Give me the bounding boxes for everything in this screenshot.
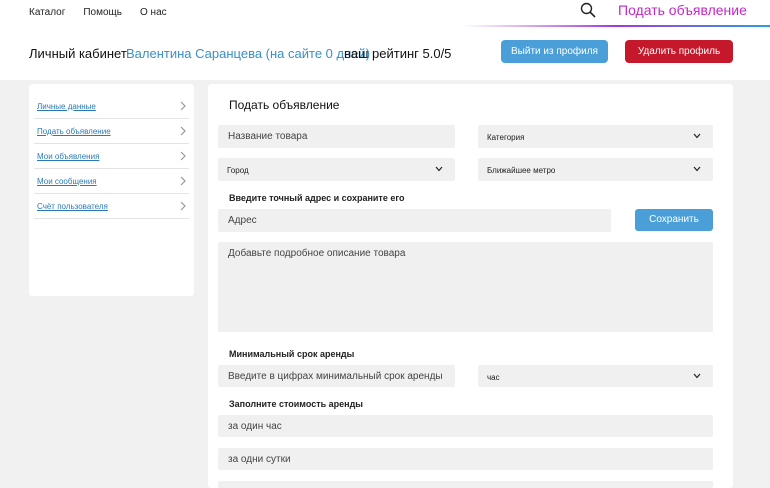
sidebar-item-label[interactable]: Счёт пользователя bbox=[37, 202, 108, 211]
sidebar-item-label[interactable]: Подать объявление bbox=[37, 127, 111, 136]
sidebar-item-label[interactable]: Мои объявления bbox=[37, 152, 99, 161]
city-select[interactable]: Город bbox=[218, 158, 455, 181]
price-next-input[interactable] bbox=[218, 481, 713, 488]
profile-header: Личный кабинет Валентина Саранцева (на с… bbox=[0, 27, 770, 80]
description-placeholder: Добавьте подробное описание товара bbox=[228, 248, 406, 259]
address-label: Введите точный адрес и сохраните его bbox=[229, 193, 405, 203]
sidebar-item-personal-data[interactable]: Личные данные bbox=[34, 94, 189, 119]
metro-select[interactable]: Ближайшее метро bbox=[478, 158, 713, 181]
nav-catalog[interactable]: Каталог bbox=[29, 7, 65, 18]
page-title: Личный кабинет bbox=[29, 46, 127, 61]
sidebar-item-my-ads[interactable]: Мои объявления bbox=[34, 144, 189, 169]
user-name[interactable]: Валентина Саранцева (на сайте 0 дней) bbox=[126, 46, 370, 61]
min-term-placeholder: Введите в цифрах минимальный срок аренды bbox=[228, 371, 443, 382]
metro-value: Ближайшее метро bbox=[487, 166, 556, 175]
product-name-placeholder: Название товара bbox=[228, 131, 308, 142]
chevron-right-icon bbox=[180, 176, 186, 186]
main-nav: Каталог Помощь О нас bbox=[29, 7, 185, 18]
sidebar-item-account[interactable]: Счёт пользователя bbox=[34, 194, 189, 219]
chevron-down-icon bbox=[693, 373, 701, 379]
chevron-right-icon bbox=[180, 101, 186, 111]
top-navbar: Каталог Помощь О нас Подать объявление bbox=[0, 0, 770, 27]
description-textarea[interactable]: Добавьте подробное описание товара bbox=[218, 242, 713, 332]
chevron-down-icon bbox=[693, 133, 701, 139]
sidebar-item-label[interactable]: Мои сообщения bbox=[37, 177, 97, 186]
term-unit-value: час bbox=[487, 373, 500, 382]
nav-help[interactable]: Помощь bbox=[83, 7, 122, 18]
sidebar-item-post-ad[interactable]: Подать объявление bbox=[34, 119, 189, 144]
category-value: Категория bbox=[487, 133, 525, 142]
delete-profile-button[interactable]: Удалить профиль bbox=[625, 40, 733, 63]
post-ad-form: Подать объявление Название товара Катего… bbox=[208, 84, 733, 488]
min-term-label: Минимальный срок аренды bbox=[229, 349, 355, 359]
sidebar-item-label[interactable]: Личные данные bbox=[37, 102, 96, 111]
sidebar-item-my-messages[interactable]: Мои сообщения bbox=[34, 169, 189, 194]
user-rating: ваш рейтинг 5.0/5 bbox=[344, 46, 452, 61]
category-select[interactable]: Категория bbox=[478, 125, 713, 148]
chevron-down-icon bbox=[693, 166, 701, 172]
post-ad-link[interactable]: Подать объявление bbox=[618, 2, 747, 18]
chevron-right-icon bbox=[180, 126, 186, 136]
chevron-right-icon bbox=[180, 151, 186, 161]
term-unit-select[interactable]: час bbox=[478, 365, 713, 387]
save-address-button[interactable]: Сохранить bbox=[635, 209, 713, 231]
form-title: Подать объявление bbox=[229, 98, 340, 112]
chevron-right-icon bbox=[180, 201, 186, 211]
product-name-input[interactable]: Название товара bbox=[218, 125, 455, 148]
search-icon[interactable] bbox=[580, 2, 596, 18]
address-placeholder: Адрес bbox=[228, 215, 257, 226]
price-hour-input[interactable]: за один час bbox=[218, 415, 713, 437]
price-hour-placeholder: за один час bbox=[228, 421, 282, 432]
price-day-placeholder: за одни сутки bbox=[228, 454, 291, 465]
city-value: Город bbox=[227, 166, 249, 175]
chevron-down-icon bbox=[435, 166, 443, 172]
address-input[interactable]: Адрес bbox=[218, 209, 611, 232]
logout-button[interactable]: Выйти из профиля bbox=[501, 40, 608, 63]
nav-about[interactable]: О нас bbox=[140, 7, 167, 18]
min-term-input[interactable]: Введите в цифрах минимальный срок аренды bbox=[218, 365, 455, 387]
sidebar: Личные данные Подать объявление Мои объя… bbox=[29, 84, 194, 296]
price-day-input[interactable]: за одни сутки bbox=[218, 448, 713, 470]
price-label: Заполните стоимость аренды bbox=[229, 399, 363, 409]
